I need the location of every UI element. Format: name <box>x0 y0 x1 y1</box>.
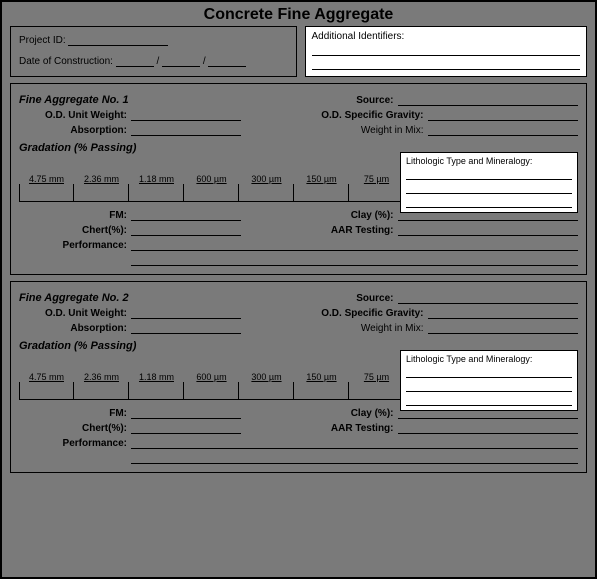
agg1-sieve-3: 600 µm <box>184 174 239 184</box>
project-id-blank[interactable] <box>68 35 168 46</box>
agg1-cell-2[interactable] <box>129 184 184 202</box>
agg1-sieve-4: 300 µm <box>239 174 294 184</box>
agg1-source-label: Source: <box>299 95 394 106</box>
agg2-sieve-1: 2.36 mm <box>74 372 129 382</box>
agg1-odweight-blank[interactable] <box>131 110 241 121</box>
agg1-cell-5[interactable] <box>294 184 349 202</box>
agg1-sieve-5: 150 µm <box>294 174 349 184</box>
agg2-weightmix-blank[interactable] <box>428 323 579 334</box>
agg2-sieve-3: 600 µm <box>184 372 239 382</box>
agg1-chert-label: Chert(%): <box>19 225 127 236</box>
agg1-cell-6[interactable] <box>349 184 404 202</box>
agg1-cell-0[interactable] <box>19 184 74 202</box>
form-page: Concrete Fine Aggregate Project ID: Date… <box>0 0 597 579</box>
agg1-lith-line-2[interactable] <box>406 182 572 194</box>
agg1-performance-label: Performance: <box>19 240 127 251</box>
agg2-cell-2[interactable] <box>129 382 184 400</box>
agg1-weightmix-blank[interactable] <box>428 125 579 136</box>
agg2-odweight-label: O.D. Unit Weight: <box>19 308 127 319</box>
agg2-lith-line-3[interactable] <box>406 394 572 406</box>
agg1-fm-label: FM: <box>19 210 127 221</box>
agg1-sieve-6: 75 µm <box>349 174 404 184</box>
agg2-source-label: Source: <box>299 293 394 304</box>
additional-identifiers-box: Additional Identifiers: <box>305 26 588 77</box>
date-part-1[interactable] <box>116 56 154 67</box>
agg1-cell-3[interactable] <box>184 184 239 202</box>
aggregate-section-1: Fine Aggregate No. 1 Source: O.D. Unit W… <box>10 83 587 275</box>
agg2-weightmix-label: Weight in Mix: <box>299 323 424 334</box>
agg2-sieve-5: 150 µm <box>294 372 349 382</box>
agg2-chert-label: Chert(%): <box>19 423 127 434</box>
date-construction-label: Date of Construction: <box>19 56 113 67</box>
additional-id-line-2[interactable] <box>312 58 581 70</box>
top-row: Project ID: Date of Construction: / / Ad… <box>10 26 587 77</box>
agg1-sieve-2: 1.18 mm <box>129 174 184 184</box>
additional-id-line-1[interactable] <box>312 44 581 56</box>
agg2-odsg-label: O.D. Specific Gravity: <box>299 308 424 319</box>
project-id-label: Project ID: <box>19 35 66 46</box>
agg1-chert-blank[interactable] <box>131 225 241 236</box>
agg1-performance-blank[interactable] <box>131 240 578 251</box>
agg2-cell-4[interactable] <box>239 382 294 400</box>
agg2-lithologic-box: Lithologic Type and Mineralogy: <box>400 350 578 411</box>
agg2-chert-blank[interactable] <box>131 423 241 434</box>
agg1-heading: Fine Aggregate No. 1 <box>19 94 129 106</box>
agg2-absorption-blank[interactable] <box>131 323 241 334</box>
agg1-cell-4[interactable] <box>239 184 294 202</box>
agg2-sieve-2: 1.18 mm <box>129 372 184 382</box>
agg1-lith-line-3[interactable] <box>406 196 572 208</box>
agg1-cell-1[interactable] <box>74 184 129 202</box>
agg1-performance-blank-2[interactable] <box>131 255 578 266</box>
agg1-fm-blank[interactable] <box>131 210 241 221</box>
additional-identifiers-label: Additional Identifiers: <box>312 31 581 42</box>
agg2-gradation-table: 4.75 mm 2.36 mm 1.18 mm 600 µm 300 µm 15… <box>19 372 404 400</box>
agg1-clay-label: Clay (%): <box>299 210 394 221</box>
agg1-aar-blank[interactable] <box>398 225 579 236</box>
agg2-sieve-4: 300 µm <box>239 372 294 382</box>
agg2-lith-line-1[interactable] <box>406 366 572 378</box>
agg2-odsg-blank[interactable] <box>428 308 579 319</box>
agg2-lithologic-label: Lithologic Type and Mineralogy: <box>406 354 572 364</box>
agg2-cell-3[interactable] <box>184 382 239 400</box>
agg2-odweight-blank[interactable] <box>131 308 241 319</box>
agg2-sieve-0: 4.75 mm <box>19 372 74 382</box>
agg1-sieve-1: 2.36 mm <box>74 174 129 184</box>
agg2-fm-blank[interactable] <box>131 408 241 419</box>
agg2-source-blank[interactable] <box>398 293 579 304</box>
agg2-performance-blank-2[interactable] <box>131 453 578 464</box>
project-info-box: Project ID: Date of Construction: / / <box>10 26 297 77</box>
agg2-cell-0[interactable] <box>19 382 74 400</box>
agg1-odsg-label: O.D. Specific Gravity: <box>299 110 424 121</box>
agg1-lithologic-label: Lithologic Type and Mineralogy: <box>406 156 572 166</box>
agg1-source-blank[interactable] <box>398 95 579 106</box>
agg2-performance-label: Performance: <box>19 438 127 449</box>
agg1-sieve-0: 4.75 mm <box>19 174 74 184</box>
date-part-2[interactable] <box>162 56 200 67</box>
agg1-gradation-table: 4.75 mm 2.36 mm 1.18 mm 600 µm 300 µm 15… <box>19 174 404 202</box>
agg2-absorption-label: Absorption: <box>19 323 127 334</box>
agg1-lithologic-box: Lithologic Type and Mineralogy: <box>400 152 578 213</box>
agg2-performance-blank[interactable] <box>131 438 578 449</box>
agg2-fm-label: FM: <box>19 408 127 419</box>
agg2-heading: Fine Aggregate No. 2 <box>19 292 129 304</box>
agg1-weightmix-label: Weight in Mix: <box>299 125 424 136</box>
agg1-odweight-label: O.D. Unit Weight: <box>19 110 127 121</box>
agg2-cell-1[interactable] <box>74 382 129 400</box>
agg1-absorption-blank[interactable] <box>131 125 241 136</box>
agg1-absorption-label: Absorption: <box>19 125 127 136</box>
agg2-sieve-6: 75 µm <box>349 372 404 382</box>
agg2-cell-5[interactable] <box>294 382 349 400</box>
agg1-aar-label: AAR Testing: <box>299 225 394 236</box>
agg2-clay-label: Clay (%): <box>299 408 394 419</box>
agg1-odsg-blank[interactable] <box>428 110 579 121</box>
agg1-lith-line-1[interactable] <box>406 168 572 180</box>
agg2-aar-label: AAR Testing: <box>299 423 394 434</box>
aggregate-section-2: Fine Aggregate No. 2 Source: O.D. Unit W… <box>10 281 587 473</box>
date-part-3[interactable] <box>208 56 246 67</box>
agg2-aar-blank[interactable] <box>398 423 579 434</box>
agg2-cell-6[interactable] <box>349 382 404 400</box>
agg2-lith-line-2[interactable] <box>406 380 572 392</box>
page-title: Concrete Fine Aggregate <box>10 6 587 24</box>
